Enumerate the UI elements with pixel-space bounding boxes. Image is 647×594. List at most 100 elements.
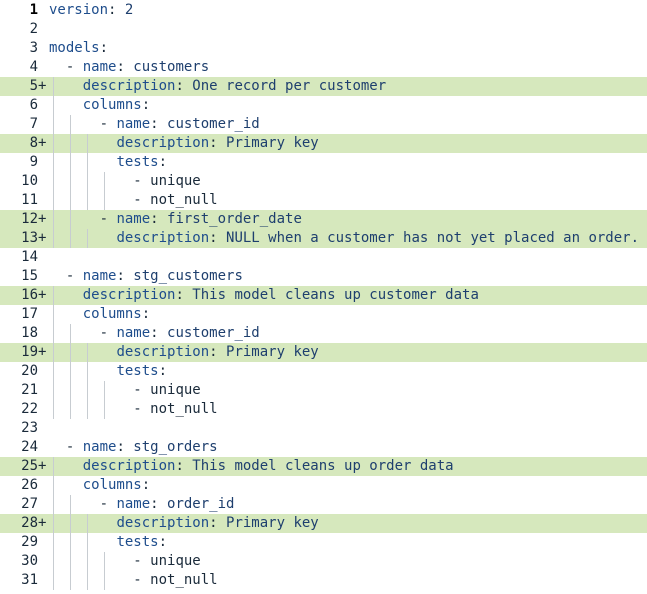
indent-guide	[69, 153, 71, 172]
code-line[interactable]: 13 + description: NULL when a customer has…	[0, 229, 647, 248]
yaml-key: columns	[82, 477, 142, 493]
list-dash: -	[99, 211, 117, 227]
code-text: description: One record per customer	[83, 77, 386, 96]
line-number: 24	[21, 439, 38, 455]
indent-guide	[53, 476, 54, 495]
indent-guide	[53, 362, 54, 381]
code-editor[interactable]: 1 version: 2 2 3 models: 4- name: customers 5 +…	[0, 1, 647, 590]
line-number: 19	[21, 344, 38, 360]
indent-guide	[53, 381, 54, 400]
line-number: 20	[21, 363, 38, 379]
diff-added-marker: +	[38, 287, 47, 303]
code-text: - name: stg_orders	[66, 438, 218, 457]
indent-guide	[86, 172, 88, 191]
code-line[interactable]: 30 - unique	[0, 552, 647, 571]
indent-guide	[69, 324, 71, 343]
indent-guide	[86, 362, 88, 381]
line-number: 3	[29, 40, 38, 56]
yaml-separator: :	[158, 534, 168, 550]
code-line[interactable]: 20 tests:	[0, 362, 647, 381]
code-line[interactable]: 28 + description: Primary key	[0, 514, 647, 533]
code-text: - name: order_id	[100, 495, 235, 514]
indent-guide	[53, 77, 54, 96]
indent-guide	[86, 571, 88, 590]
code-line[interactable]: 16 + description: This model cleans up cus…	[0, 286, 647, 305]
indent-guide	[53, 210, 54, 229]
yaml-separator: :	[108, 2, 125, 18]
yaml-value: unique	[150, 382, 201, 398]
code-line[interactable]: 25 + description: This model cleans up ord…	[0, 457, 647, 476]
indent-guide	[53, 172, 54, 191]
yaml-key: tests	[116, 363, 159, 379]
code-text: - unique	[133, 552, 200, 571]
code-line[interactable]: 11 - not_null	[0, 191, 647, 210]
code-line[interactable]: 9 tests:	[0, 153, 647, 172]
list-dash: -	[133, 572, 151, 588]
code-text: - unique	[133, 381, 200, 400]
indent-guide	[86, 533, 88, 552]
yaml-value: This model cleans up customer data	[192, 287, 479, 303]
code-line[interactable]: 22 - not_null	[0, 400, 647, 419]
line-number: 26	[21, 477, 38, 493]
code-line[interactable]: 15 - name: stg_customers	[0, 267, 647, 286]
indent-guide	[86, 229, 88, 248]
indent-guide	[53, 286, 54, 305]
code-line[interactable]: 8 + description: Primary key	[0, 134, 647, 153]
yaml-separator: :	[150, 116, 168, 132]
yaml-separator: :	[116, 439, 134, 455]
code-text: - name: first_order_date	[100, 210, 302, 229]
indent-guide	[53, 400, 54, 419]
code-line[interactable]: 21 - unique	[0, 381, 647, 400]
code-line[interactable]: 14	[0, 248, 647, 267]
yaml-key: tests	[116, 534, 159, 550]
indent-guide	[53, 115, 54, 134]
yaml-separator: :	[209, 135, 227, 151]
code-line[interactable]: 2	[0, 20, 647, 39]
code-line[interactable]: 1 version: 2	[0, 1, 647, 20]
code-line[interactable]: 19 + description: Primary key	[0, 343, 647, 362]
code-line[interactable]: 27 - name: order_id	[0, 495, 647, 514]
code-line[interactable]: 12 + - name: first_order_date	[0, 210, 647, 229]
code-line[interactable]: 24 - name: stg_orders	[0, 438, 647, 457]
code-line[interactable]: 23	[0, 419, 647, 438]
indent-guide	[69, 514, 71, 533]
code-text: description: Primary key	[116, 514, 318, 533]
indent-guide	[103, 400, 105, 419]
indent-guide	[69, 229, 71, 248]
code-text: columns:	[83, 305, 150, 324]
code-text: columns:	[83, 96, 150, 115]
code-line[interactable]: 7 - name: customer_id	[0, 115, 647, 134]
list-dash: -	[133, 401, 151, 417]
indent-guide	[69, 571, 71, 590]
yaml-value: unique	[150, 173, 201, 189]
code-text: - not_null	[133, 400, 217, 419]
yaml-separator: :	[150, 211, 168, 227]
yaml-value: Primary key	[226, 515, 319, 531]
yaml-key: description	[116, 230, 210, 246]
code-text: version: 2	[49, 1, 133, 20]
code-text: - name: customer_id	[100, 324, 260, 343]
line-number: 7	[29, 116, 38, 132]
diff-added-marker: +	[38, 344, 47, 360]
code-line[interactable]: 17 columns:	[0, 305, 647, 324]
code-line[interactable]: 29 tests:	[0, 533, 647, 552]
yaml-key: name	[82, 439, 117, 455]
line-number: 4	[29, 59, 38, 75]
code-line[interactable]: 26 columns:	[0, 476, 647, 495]
code-line[interactable]: 18 - name: customer_id	[0, 324, 647, 343]
code-line[interactable]: 3 models:	[0, 39, 647, 58]
code-line[interactable]: 4 - name: customers	[0, 58, 647, 77]
code-line[interactable]: 6 columns:	[0, 96, 647, 115]
yaml-value: not_null	[150, 192, 218, 208]
indent-guide	[86, 343, 88, 362]
code-line[interactable]: 10 - unique	[0, 172, 647, 191]
line-number: 29	[21, 534, 38, 550]
code-line[interactable]: 5 + description: One record per customer	[0, 77, 647, 96]
yaml-value: Primary key	[226, 135, 319, 151]
yaml-separator: :	[209, 344, 227, 360]
code-text: description: This model cleans up custom…	[83, 286, 479, 305]
yaml-value: not_null	[150, 572, 218, 588]
yaml-value: first_order_date	[167, 211, 302, 227]
code-line[interactable]: 31 - not_null	[0, 571, 647, 590]
yaml-separator: :	[209, 230, 227, 246]
